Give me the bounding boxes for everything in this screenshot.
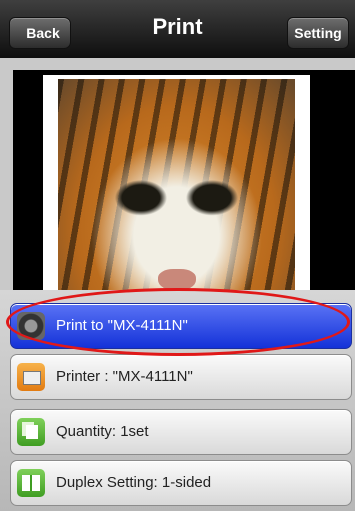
quantity-label: Quantity: 1set [56, 423, 149, 440]
preview-image-detail [158, 269, 196, 291]
print-to-button[interactable]: Print to "MX-4111N" [10, 303, 352, 349]
print-options-menu: Print to "MX-4111N" Printer : "MX-4111N"… [0, 290, 355, 511]
duplex-setting-row[interactable]: Duplex Setting: 1-sided [10, 460, 352, 506]
printer-select-row[interactable]: Printer : "MX-4111N" [10, 354, 352, 400]
navigation-bar: Back Print Setting [0, 0, 355, 59]
printer-label: Printer : "MX-4111N" [56, 368, 193, 385]
printer-device-icon [17, 312, 45, 340]
print-to-label: Print to "MX-4111N" [56, 317, 188, 334]
printer-icon [17, 363, 45, 391]
quantity-row[interactable]: Quantity: 1set [10, 409, 352, 455]
setting-button[interactable]: Setting [287, 17, 349, 49]
copies-icon [17, 418, 45, 446]
duplex-icon [17, 469, 45, 497]
duplex-setting-label: Duplex Setting: 1-sided [56, 474, 212, 491]
